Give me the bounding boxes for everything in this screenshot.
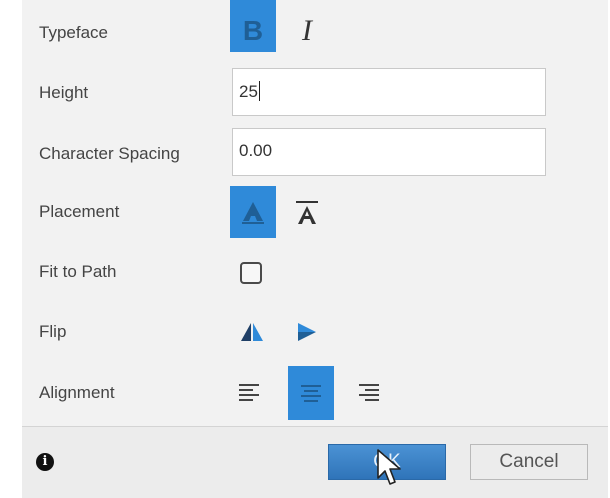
fit-to-path-label: Fit to Path [39, 262, 117, 281]
left-edge [0, 0, 22, 497]
fit-to-path-row: Fit to Path [22, 256, 608, 296]
text-properties-panel: Typeface B I Height 25 Character Spacing… [22, 0, 608, 498]
character-spacing-input[interactable]: 0.00 [232, 128, 546, 176]
align-right-icon [359, 384, 379, 401]
height-input[interactable]: 25 [232, 68, 546, 116]
character-spacing-value: 0.00 [239, 141, 273, 160]
placement-row: Placement [22, 186, 608, 238]
italic-icon: I [302, 14, 312, 47]
placement-below-button[interactable] [284, 186, 330, 238]
flip-vertical-button[interactable] [284, 312, 328, 352]
flip-row: Flip [22, 316, 608, 356]
flip-vertical-icon [298, 323, 316, 341]
flip-label: Flip [39, 322, 67, 341]
placement-above-icon [242, 202, 264, 224]
italic-toggle[interactable]: I [284, 0, 330, 52]
character-spacing-label: Character Spacing [39, 144, 180, 163]
fit-to-path-checkbox[interactable] [240, 262, 262, 284]
info-icon[interactable]: i [36, 453, 54, 471]
dialog-footer: i OK Cancel [22, 426, 608, 498]
height-value: 25 [239, 82, 258, 101]
alignment-label: Alignment [39, 383, 115, 402]
align-left-icon [239, 384, 259, 401]
height-label: Height [39, 83, 89, 102]
mouse-cursor-icon [377, 449, 401, 485]
flip-horizontal-icon [241, 323, 263, 341]
typeface-row: Typeface B I [22, 0, 608, 54]
align-right-button[interactable] [348, 366, 390, 418]
cancel-button[interactable]: Cancel [470, 444, 588, 480]
align-center-icon [301, 385, 321, 402]
typeface-label: Typeface [39, 23, 108, 42]
text-caret [258, 81, 260, 101]
align-center-button[interactable] [288, 366, 334, 420]
placement-label: Placement [39, 202, 120, 221]
character-spacing-row: Character Spacing 0.00 [22, 128, 608, 176]
bold-toggle[interactable]: B [230, 0, 276, 52]
placement-above-button[interactable] [230, 186, 276, 238]
height-row: Height 25 [22, 68, 608, 116]
flip-horizontal-button[interactable] [230, 312, 274, 352]
align-left-button[interactable] [228, 366, 270, 418]
alignment-row: Alignment [22, 366, 608, 420]
bold-icon: B [242, 15, 264, 46]
placement-below-icon [296, 201, 318, 224]
